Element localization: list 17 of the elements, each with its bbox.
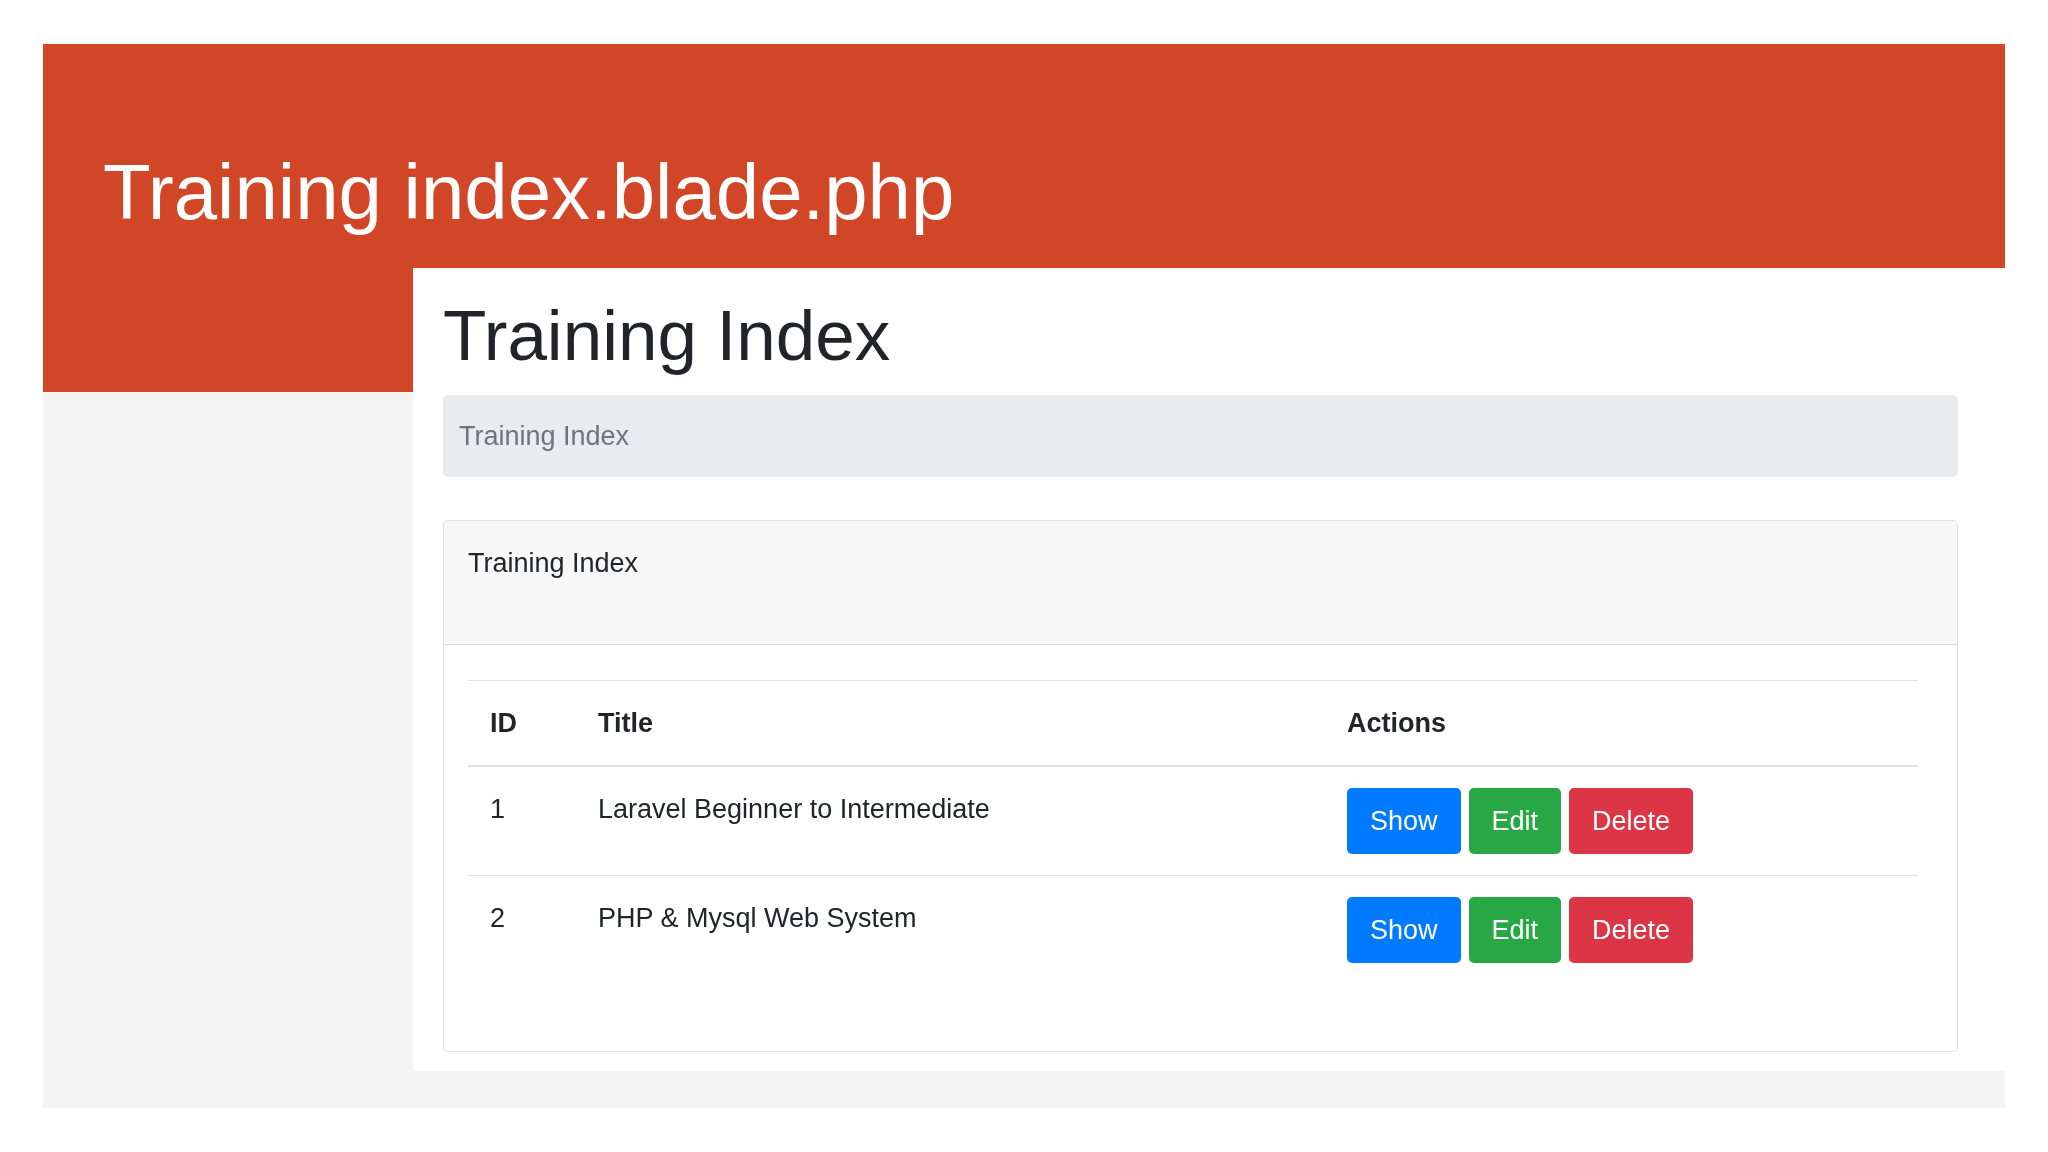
action-button[interactable]: Edit <box>1468 897 1562 964</box>
card-title: Training Index <box>468 548 639 579</box>
page-heading: Training Index <box>443 295 891 377</box>
action-button[interactable]: Show <box>1347 897 1461 964</box>
action-button[interactable]: Delete <box>1569 897 1694 964</box>
action-button[interactable]: Edit <box>1468 788 1562 855</box>
action-button[interactable]: Show <box>1347 788 1461 855</box>
table-cell: Laravel Beginner to Intermediate <box>576 766 1325 876</box>
column-header: ID <box>468 680 576 767</box>
table-cell: PHP & Mysql Web System <box>576 875 1325 985</box>
action-button[interactable]: Delete <box>1569 788 1694 855</box>
table-cell: 2 <box>468 875 576 985</box>
column-header: Actions <box>1325 680 1918 767</box>
breadcrumb-item: Training Index <box>459 420 630 454</box>
table-cell: 1 <box>468 766 576 876</box>
column-header: Title <box>576 680 1325 767</box>
slide-title: Training index.blade.php <box>103 148 955 238</box>
